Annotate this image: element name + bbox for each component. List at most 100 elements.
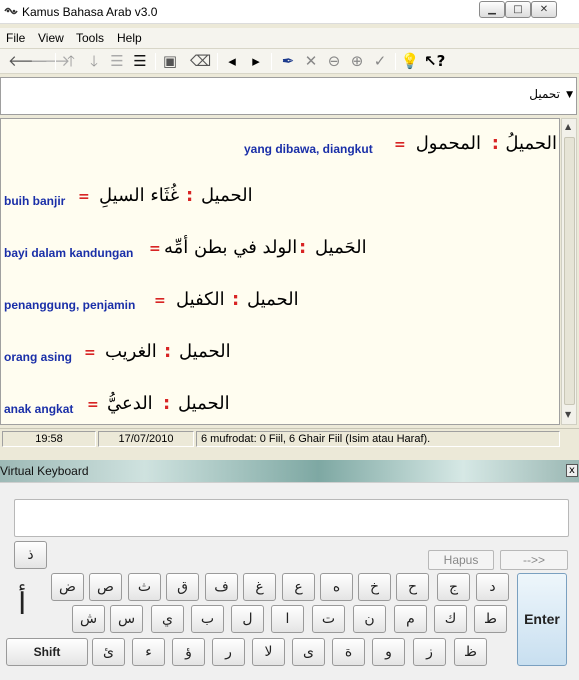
key[interactable]: و — [372, 638, 405, 666]
key[interactable]: ف — [205, 573, 238, 601]
key[interactable]: د — [476, 573, 509, 601]
lines-icon[interactable]: ☰ — [107, 52, 127, 71]
toolbar-separator — [155, 53, 156, 70]
pin-icon[interactable]: ✒ — [278, 52, 298, 71]
key[interactable]: ث — [128, 573, 161, 601]
key[interactable]: ء — [132, 638, 165, 666]
entry-arabic-meaning: الدعيُّ — [107, 393, 153, 414]
properties-icon[interactable]: ▣ — [160, 52, 180, 71]
minimize-button[interactable]: ▁ — [479, 1, 505, 18]
chevron-down-icon[interactable]: ▼ — [566, 90, 573, 100]
entry-row: الحميل : الدعيُّ = anak angkat — [1, 391, 559, 421]
toolbar-separator — [217, 53, 218, 70]
pin-minus-icon[interactable]: ⊖ — [324, 52, 344, 71]
word-select[interactable]: تحميل ▼ — [0, 77, 577, 115]
key-top[interactable]: ذ — [14, 541, 47, 569]
scroll-down-icon[interactable]: ▼ — [565, 410, 571, 419]
help-bulb-icon[interactable]: 💡 — [400, 52, 420, 71]
key[interactable]: ى — [292, 638, 325, 666]
entry-translation: anak angkat — [4, 402, 74, 416]
close-button[interactable]: ✕ — [531, 1, 557, 18]
key[interactable]: ا — [271, 605, 304, 633]
entry-colon: : — [232, 289, 240, 310]
key[interactable]: ت — [312, 605, 345, 633]
right-triangle-icon[interactable]: ▸ — [246, 52, 266, 71]
next-button[interactable]: -->> — [500, 550, 568, 570]
scroll-thumb[interactable] — [564, 137, 575, 405]
whats-this-icon[interactable]: ↖? — [424, 52, 445, 71]
key[interactable]: لا — [252, 638, 285, 666]
entry-arabic-meaning: غُثَاء السيلِ — [99, 185, 180, 206]
menu-help[interactable]: Help — [117, 31, 142, 45]
keyboard-title-bar: Virtual Keyboard x — [0, 460, 579, 482]
key[interactable]: ص — [89, 573, 122, 601]
key[interactable]: ن — [353, 605, 386, 633]
key[interactable]: ب — [191, 605, 224, 633]
entry-colon: : — [491, 133, 499, 154]
left-triangle-icon[interactable]: ◂ — [222, 52, 242, 71]
word-select-value: تحميل — [529, 87, 560, 101]
entry-equals: = — [78, 189, 90, 205]
entry-arabic-word: الحميل — [201, 185, 253, 206]
entry-equals: = — [149, 241, 161, 257]
key[interactable]: ه — [320, 573, 353, 601]
pin-plus-icon[interactable]: ⊕ — [347, 52, 367, 71]
maximize-button[interactable]: □ — [505, 1, 531, 18]
menu-tools[interactable]: Tools — [76, 31, 104, 45]
entry-arabic-meaning: المحمول — [415, 133, 481, 154]
key[interactable]: ؤ — [172, 638, 205, 666]
entry-row: الحميل : غُثَاء السيلِ = buih banjir — [1, 183, 559, 213]
key[interactable]: س — [110, 605, 143, 633]
keyboard-close-button[interactable]: x — [566, 464, 578, 477]
key[interactable]: ة — [332, 638, 365, 666]
status-time: 19:58 — [2, 431, 96, 447]
eraser-icon[interactable]: ⌫ — [190, 52, 211, 71]
status-info: 6 mufrodat: 0 Fiil, 6 Ghair Fiil (Isim a… — [196, 431, 560, 447]
key[interactable]: ح — [396, 573, 429, 601]
key[interactable]: ط — [474, 605, 507, 633]
entry-arabic-meaning: الغريب — [105, 341, 157, 362]
key[interactable]: ئ — [92, 638, 125, 666]
menu-view[interactable]: View — [38, 31, 64, 45]
toolbar-separator — [395, 53, 396, 70]
shift-key[interactable]: Shift — [6, 638, 88, 666]
entry-translation: buih banjir — [4, 194, 66, 208]
lines-bold-icon[interactable]: ☰ — [130, 52, 150, 71]
menu-file[interactable]: File — [6, 31, 25, 45]
key[interactable]: ض — [51, 573, 84, 601]
entry-arabic-meaning: الكفيل — [176, 289, 225, 310]
key[interactable]: ظ — [454, 638, 487, 666]
hapus-button[interactable]: Hapus — [428, 550, 494, 570]
entry-translation: orang asing — [4, 350, 73, 364]
close-icon: ✕ — [539, 4, 549, 15]
key[interactable]: ق — [166, 573, 199, 601]
enter-key[interactable]: Enter — [517, 573, 567, 666]
key[interactable]: خ — [358, 573, 391, 601]
scroll-up-icon[interactable]: ▲ — [565, 122, 571, 131]
entry-colon: : — [299, 237, 307, 258]
pin-cross-icon[interactable]: ✕ — [301, 52, 321, 71]
back-arrow-icon[interactable]: 🡐 — [8, 52, 48, 71]
key[interactable]: ل — [231, 605, 264, 633]
entry-translation: penanggung, penjamin — [4, 298, 136, 312]
entry-equals: = — [87, 397, 99, 413]
up-arrow-icon[interactable]: 🡑 — [61, 52, 81, 71]
down-arrow-icon[interactable]: 🡓 — [84, 52, 104, 71]
key[interactable]: ر — [212, 638, 245, 666]
key[interactable]: ج — [437, 573, 470, 601]
key[interactable]: ي — [151, 605, 184, 633]
key[interactable]: ش — [72, 605, 105, 633]
entry-row: الحميل : الكفيل = penanggung, penjamin — [1, 287, 559, 317]
key[interactable]: ع — [282, 573, 315, 601]
key[interactable]: ز — [413, 638, 446, 666]
pin-check-icon[interactable]: ✓ — [370, 52, 390, 71]
vertical-scrollbar[interactable]: ▲ ▼ — [561, 118, 577, 425]
keyboard-text-input[interactable] — [14, 499, 569, 537]
entry-arabic-meaning: الولد في بطن أمِّه — [164, 237, 298, 258]
key[interactable]: م — [394, 605, 427, 633]
key[interactable]: غ — [243, 573, 276, 601]
toolbar-separator — [55, 53, 56, 70]
forward-arrow-icon[interactable]: 🡒 — [30, 52, 70, 71]
key[interactable]: ك — [434, 605, 467, 633]
minimize-icon: ▁ — [488, 4, 496, 15]
